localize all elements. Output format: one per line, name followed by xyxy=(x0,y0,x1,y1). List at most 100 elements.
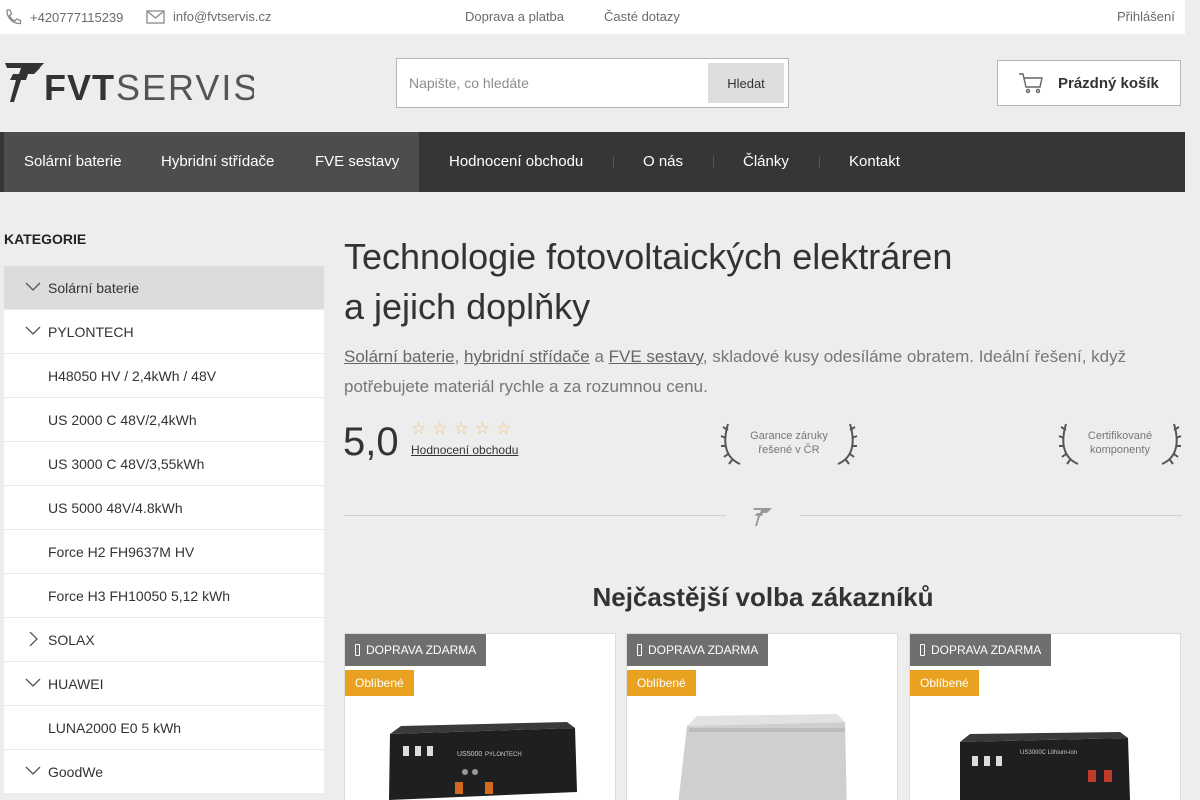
star-icon: ☆ xyxy=(432,419,448,438)
popular-badge: Oblíbené xyxy=(345,670,414,696)
laurel-left-icon xyxy=(720,423,741,465)
nav-item-contact[interactable]: Kontakt xyxy=(849,153,900,170)
product-card[interactable]: DOPRAVA ZDARMA Oblíbené US5000 PYLONTECH xyxy=(344,633,616,800)
sidebar-item[interactable]: PYLONTECH xyxy=(4,310,324,354)
logo-text-fvt: FVT xyxy=(44,67,115,106)
login-link[interactable]: Přihlášení xyxy=(1117,9,1175,24)
section-title: Nejčastější volba zákazníků xyxy=(592,582,934,612)
free-shipping-badge: DOPRAVA ZDARMA xyxy=(345,634,487,666)
sidebar-item[interactable]: HUAWEI xyxy=(4,662,324,706)
link-shipping-label[interactable]: Doprava a platba xyxy=(465,9,564,24)
product-image[interactable]: US3000C Lithium-ion xyxy=(910,704,1180,800)
sidebar-item[interactable]: US 3000 C 48V/3,55kWh xyxy=(4,442,324,486)
star-icon: ☆ xyxy=(496,419,512,438)
nav-item-about[interactable]: O nás xyxy=(643,153,683,170)
product-card[interactable]: DOPRAVA ZDARMA Oblíbené US3000C Lithium-… xyxy=(909,633,1181,800)
phone-icon xyxy=(355,644,360,656)
sidebar-item-label: LUNA2000 E0 5 kWh xyxy=(48,720,182,736)
nav-item-solar-batteries[interactable]: Solární baterie xyxy=(24,153,122,170)
nav-item-fve-sets[interactable]: FVE sestavy xyxy=(315,153,399,170)
phone-icon xyxy=(920,644,925,656)
chevron-down-icon[interactable] xyxy=(25,324,41,338)
free-shipping-badge: DOPRAVA ZDARMA xyxy=(627,634,769,666)
free-shipping-badge: DOPRAVA ZDARMA xyxy=(910,634,1052,666)
star-icon: ☆ xyxy=(411,419,427,438)
sidebar-item-label: US 2000 C 48V/2,4kWh xyxy=(48,412,197,428)
star-icon: ☆ xyxy=(453,419,469,438)
sidebar-item-label: SOLAX xyxy=(48,632,95,648)
svg-text:US5000: US5000 xyxy=(457,751,482,758)
sidebar-item-label: PYLONTECH xyxy=(48,324,134,340)
nav-item-shop-rating[interactable]: Hodnocení obchodu xyxy=(449,153,583,170)
sidebar-item[interactable]: Force H3 FH10050 5,12 kWh xyxy=(4,574,324,618)
email-contact[interactable]: info@fvtservis.cz xyxy=(146,9,271,24)
link-faq-label[interactable]: Časté dotazy xyxy=(604,9,680,24)
nav-separator xyxy=(819,156,820,168)
intro-link-solar-batteries[interactable]: Solární baterie xyxy=(344,347,455,366)
login-label[interactable]: Přihlášení xyxy=(1117,9,1175,24)
search-button[interactable]: Hledat xyxy=(708,63,784,103)
svg-text:US3000C Lithium-ion: US3000C Lithium-ion xyxy=(1020,750,1077,756)
intro-sep: a xyxy=(589,347,609,366)
top-bar: +420777115239 info@fvtservis.cz Doprava … xyxy=(0,0,1185,34)
sidebar-item-label: Solární baterie xyxy=(48,280,140,296)
phone-icon xyxy=(6,9,22,25)
badge-warranty-text: Garance záruky řešené v ČR xyxy=(750,430,828,456)
link-shipping[interactable]: Doprava a platba xyxy=(465,9,564,24)
star-icon: ☆ xyxy=(474,419,490,438)
intro-link-fve-sets[interactable]: FVE sestavy xyxy=(609,347,703,366)
laurel-left-icon xyxy=(1058,423,1079,465)
sidebar-item[interactable]: H48050 HV / 2,4kWh / 48V xyxy=(4,354,324,398)
logo-graphic: FVT SERVIS xyxy=(5,63,257,108)
search-input[interactable] xyxy=(397,59,702,107)
nav-item-articles[interactable]: Články xyxy=(743,153,789,170)
sidebar-item[interactable]: US 2000 C 48V/2,4kWh xyxy=(4,398,324,442)
link-faq[interactable]: Časté dotazy xyxy=(604,9,680,24)
product-image[interactable] xyxy=(627,704,897,800)
sidebar-item[interactable]: US 5000 48V/4.8kWh xyxy=(4,486,324,530)
phone-contact[interactable]: +420777115239 xyxy=(4,9,123,25)
sidebar-item[interactable]: Force H2 FH9637M HV xyxy=(4,530,324,574)
intro-sep: , xyxy=(454,347,465,366)
sidebar-title: KATEGORIE xyxy=(4,231,87,247)
nav-item-hybrid-inverters[interactable]: Hybridní střídače xyxy=(161,153,274,170)
chevron-down-icon[interactable] xyxy=(25,764,41,778)
page-title-line1: Technologie fotovoltaických elektráren xyxy=(344,236,953,277)
rating-stars: ☆ ☆ ☆ ☆ ☆ xyxy=(411,420,511,437)
nav-separator xyxy=(613,156,614,168)
product-card[interactable]: DOPRAVA ZDARMA Oblíbené xyxy=(626,633,898,800)
sidebar-item-label: GoodWe xyxy=(48,764,103,780)
chevron-down-icon[interactable] xyxy=(25,676,41,690)
sidebar-item-label: Force H3 FH10050 5,12 kWh xyxy=(48,588,231,604)
intro-link-hybrid-inverters[interactable]: hybridní střídače xyxy=(464,347,590,366)
site-logo[interactable]: FVT SERVIS xyxy=(4,60,257,108)
cart-label: Prázdný košík xyxy=(1058,74,1159,92)
sidebar-item-label: Force H2 FH9637M HV xyxy=(48,544,195,560)
cart-button[interactable]: Prázdný košík xyxy=(997,60,1181,106)
cart-icon xyxy=(1019,73,1043,94)
sidebar-item[interactable]: Solární baterie xyxy=(4,266,324,310)
sidebar-item[interactable]: LUNA2000 E0 5 kWh xyxy=(4,706,324,750)
badge-certified-text: Certifikované komponenty xyxy=(1087,430,1153,456)
sidebar-item-label: HUAWEI xyxy=(48,676,104,692)
chevron-down-icon[interactable] xyxy=(25,280,41,294)
sidebar-item[interactable]: GoodWe xyxy=(4,750,324,794)
chevron-right-icon[interactable] xyxy=(25,631,41,647)
rating-link[interactable]: Hodnocení obchodu xyxy=(411,443,518,457)
phone-icon xyxy=(637,644,642,656)
search-box: Hledat xyxy=(396,58,789,108)
intro-text: Solární baterie, hybridní střídače a FVE… xyxy=(344,342,1174,402)
logo-text-servis: SERVIS xyxy=(116,67,254,106)
sidebar-item-label: H48050 HV / 2,4kWh / 48V xyxy=(48,368,217,384)
page-title: Technologie fotovoltaických elektráren a… xyxy=(344,232,1164,332)
category-sidebar: Solární baterie PYLONTECH H48050 HV / 2,4k… xyxy=(4,266,324,794)
sidebar-item-label: US 3000 C 48V/3,55kWh xyxy=(48,456,205,472)
phone-number: +420777115239 xyxy=(30,9,124,25)
svg-text:PYLONTECH: PYLONTECH xyxy=(485,752,522,758)
popular-badge: Oblíbené xyxy=(910,670,979,696)
nav-separator xyxy=(713,156,714,168)
sidebar-item[interactable]: SOLAX xyxy=(4,618,324,662)
header: FVT SERVIS Hledat Prázdný košík xyxy=(0,34,1185,132)
product-image[interactable]: US5000 PYLONTECH xyxy=(345,704,615,800)
popular-badge: Oblíbené xyxy=(627,670,696,696)
